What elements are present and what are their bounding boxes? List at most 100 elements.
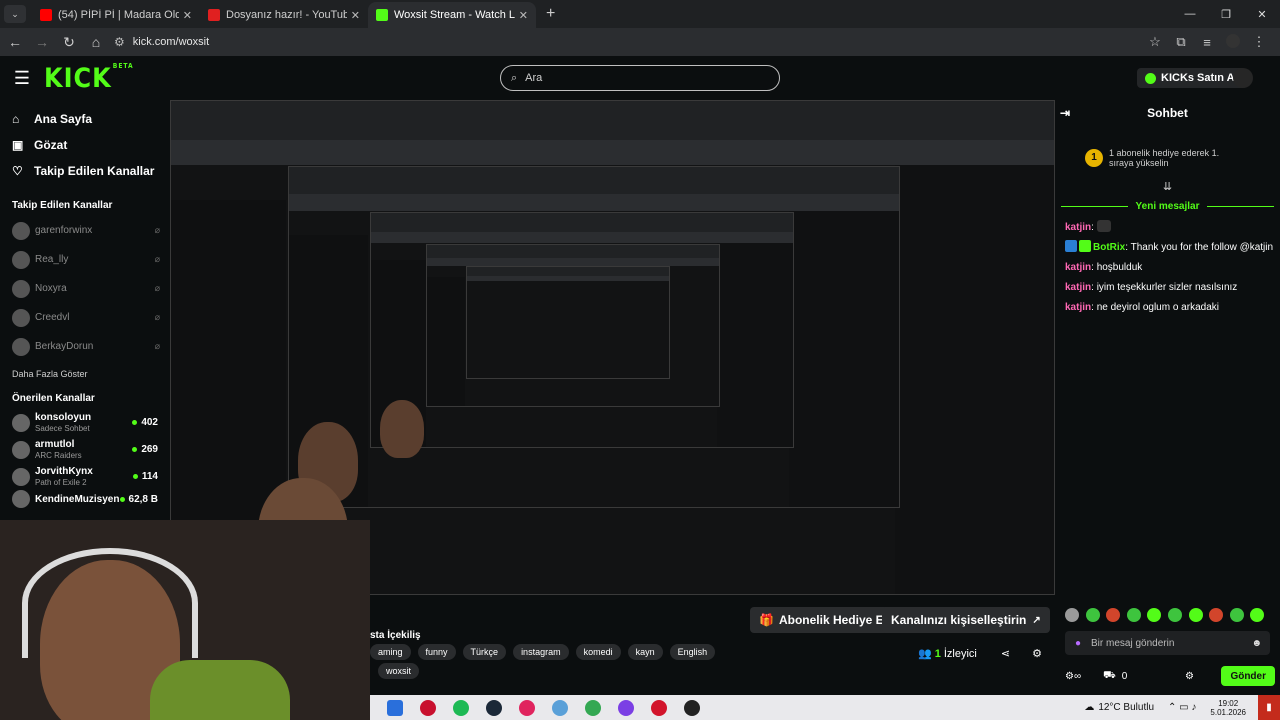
clock[interactable]: 19:02 5.01.2026 xyxy=(1210,699,1246,717)
nav-following[interactable]: ♡ Takip Edilen Kanallar xyxy=(0,158,170,184)
browser-tab-mp3[interactable]: Dosyanız hazır! - YouTube MP3 ✕ xyxy=(200,2,368,28)
address-bar: ← → ↻ ⌂ ⚙ kick.com/woxsit ☆ ⧉ ≡ ⋮ xyxy=(0,28,1280,56)
buy-kicks-button[interactable]: KICKs Satın Al xyxy=(1137,68,1246,88)
show-more-link[interactable]: Daha Fazla Göster xyxy=(0,363,170,385)
close-tab-icon[interactable]: ✕ xyxy=(351,9,360,22)
followed-channel[interactable]: BerkayDorun ⌀ xyxy=(0,332,170,361)
chat-message: katjin: ne deyirol oglum o arkadaki xyxy=(1065,302,1219,313)
tag[interactable]: aming xyxy=(370,644,411,660)
browser-tab-kick[interactable]: Woxsit Stream - Watch Live on ✕ xyxy=(368,2,536,28)
reload-icon[interactable]: ↻ xyxy=(57,34,81,51)
tag[interactable]: funny xyxy=(417,644,456,660)
tag[interactable]: komedi xyxy=(575,644,621,660)
new-tab-button[interactable]: + xyxy=(546,5,555,23)
recommended-channel[interactable]: armutlol ARC Raiders 269 xyxy=(0,436,170,463)
app-icon[interactable] xyxy=(420,699,436,716)
emote-icon[interactable] xyxy=(1167,608,1182,622)
offline-icon: ⌀ xyxy=(154,225,160,235)
live-dot-icon xyxy=(132,447,138,452)
avatar xyxy=(12,490,30,508)
notification-icon[interactable]: ▮ xyxy=(1258,695,1280,720)
nav-browse[interactable]: ▣ Gözat xyxy=(0,132,170,158)
chat-message-input[interactable]: ● Bir mesaj gönderin ☻ xyxy=(1065,631,1270,655)
tab-search-button[interactable]: ⌄ xyxy=(4,5,26,23)
customize-channel-button[interactable]: Kanalınızı kişiselleştirin ↗ xyxy=(882,607,1050,633)
mod-badge-icon xyxy=(1065,240,1077,252)
emoji-picker-icon[interactable]: ☻ xyxy=(1251,638,1262,649)
browser-menu-icon[interactable]: ⋮ xyxy=(1246,34,1272,50)
app-icon[interactable] xyxy=(618,699,634,716)
microphone-icon[interactable]: ● xyxy=(1065,638,1091,649)
emote-icon[interactable] xyxy=(1106,608,1121,622)
user-avatar[interactable] xyxy=(1233,68,1253,88)
windows-taskbar: ☁ 12°C Bulutlu ⌃ ▭ ♪ 19:02 5.01.2026 ▮ xyxy=(370,695,1280,720)
kicks-icon[interactable]: ⛟ xyxy=(1103,670,1116,683)
emote-icon[interactable] xyxy=(1188,608,1203,622)
offline-icon: ⌀ xyxy=(154,312,160,322)
forward-icon[interactable]: → xyxy=(30,34,54,50)
kick-logo[interactable]: KICKBETA xyxy=(44,63,134,94)
home-button-icon[interactable]: ⌂ xyxy=(84,34,108,50)
followed-channel[interactable]: Creedvl ⌀ xyxy=(0,303,170,332)
gift-subscription-button[interactable]: 🎁 Abonelik Hediye Et xyxy=(750,607,897,633)
app-icon[interactable] xyxy=(552,699,568,716)
recommended-channel[interactable]: KendineMuzisyen 62,8 B xyxy=(0,490,170,508)
url-field[interactable]: ⚙ kick.com/woxsit xyxy=(114,31,1142,53)
emote-icon[interactable] xyxy=(1126,608,1141,622)
collapse-chat-icon[interactable]: ⇥ xyxy=(1060,106,1070,120)
heart-icon: ♡ xyxy=(12,164,23,178)
expand-icon[interactable]: ⇊ xyxy=(1055,180,1280,196)
app-icon[interactable] xyxy=(519,699,535,716)
pinned-leaderboard[interactable]: 1 1 abonelik hediye ederek 1. sıraya yük… xyxy=(1055,136,1280,180)
tag[interactable]: Türkçe xyxy=(462,644,507,660)
minimize-icon[interactable]: — xyxy=(1172,8,1208,20)
bookmark-star-icon[interactable]: ☆ xyxy=(1142,34,1168,50)
emote-icon[interactable] xyxy=(1085,608,1100,622)
send-button[interactable]: Gönder xyxy=(1221,666,1275,686)
gift-icon: 🎁 xyxy=(759,613,774,627)
settings-person-icon[interactable]: ⚙ xyxy=(1032,647,1042,660)
emote-icon[interactable] xyxy=(1147,608,1162,622)
explorer-icon[interactable] xyxy=(387,699,403,716)
emote-icon[interactable] xyxy=(1065,608,1079,622)
emote-icon[interactable] xyxy=(1209,608,1224,622)
mp3-site-icon xyxy=(208,9,220,21)
tag[interactable]: instagram xyxy=(513,644,569,660)
home-icon: ⌂ xyxy=(12,112,20,126)
chrome-icon[interactable] xyxy=(585,699,601,716)
share-icon[interactable]: ⋖ xyxy=(1001,647,1010,660)
chat-options-icon[interactable]: ⚙∞ xyxy=(1065,671,1081,682)
obs-icon[interactable] xyxy=(684,699,700,716)
menu-icon[interactable]: ☰ xyxy=(0,68,44,89)
recommended-channel[interactable]: JorvithKynx Path of Exile 2 114 xyxy=(0,463,170,490)
chat-message: katjin: hoşbulduk xyxy=(1065,262,1143,273)
tag[interactable]: English xyxy=(669,644,716,660)
close-tab-icon[interactable]: ✕ xyxy=(183,9,192,22)
settings-icon[interactable]: ⚙ xyxy=(1185,671,1194,682)
emote-icon[interactable] xyxy=(1250,608,1265,622)
emote-icon[interactable] xyxy=(1229,608,1244,622)
media-controls-icon[interactable]: ≡ xyxy=(1194,35,1220,50)
tag[interactable]: kayn xyxy=(627,644,663,660)
tray-icons[interactable]: ⌃ ▭ ♪ xyxy=(1168,702,1196,713)
profile-avatar[interactable] xyxy=(1220,33,1246,51)
site-info-icon[interactable]: ⚙ xyxy=(114,35,125,49)
followed-channel[interactable]: garenforwinx ⌀ xyxy=(0,216,170,245)
spotify-icon[interactable] xyxy=(453,699,469,716)
back-icon[interactable]: ← xyxy=(3,34,27,50)
followed-channel[interactable]: Noxyra ⌀ xyxy=(0,274,170,303)
search-input[interactable]: ⌕ Ara xyxy=(500,65,780,91)
nav-home[interactable]: ⌂ Ana Sayfa xyxy=(0,106,170,132)
recommended-channel[interactable]: konsoloyun Sadece Sohbet 402 xyxy=(0,409,170,436)
close-window-icon[interactable]: ✕ xyxy=(1244,8,1280,21)
browser-tab-youtube[interactable]: (54) PİPİ Pİ | Madara Olduk #6... ✕ xyxy=(32,2,200,28)
maximize-icon[interactable]: ❐ xyxy=(1208,8,1244,21)
followed-channel[interactable]: Rea_lly ⌀ xyxy=(0,245,170,274)
steam-icon[interactable] xyxy=(486,699,502,716)
extensions-icon[interactable]: ⧉ xyxy=(1168,34,1194,50)
chat-message: katjin: iyim teşekkurler sizler nasılsın… xyxy=(1065,282,1238,293)
close-tab-icon[interactable]: ✕ xyxy=(519,9,528,22)
nested-capture-5 xyxy=(466,266,670,379)
app-icon[interactable] xyxy=(651,699,667,716)
category-tag[interactable]: woxsit xyxy=(378,663,420,679)
